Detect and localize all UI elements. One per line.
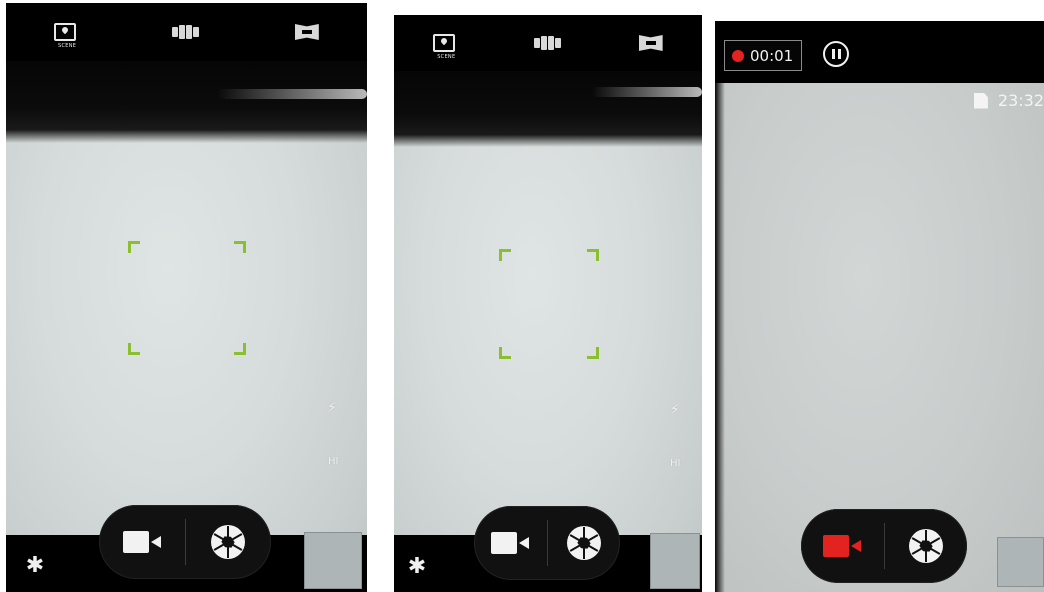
capture-switcher: [801, 509, 967, 583]
gallery-thumbnail[interactable]: [650, 533, 700, 589]
flash-icon[interactable]: ⚡: [327, 401, 337, 415]
shutter-icon: [908, 529, 943, 563]
hdr-icon[interactable]: HI: [328, 455, 338, 469]
recording-timer: 00:01: [724, 40, 803, 71]
video-mode-button[interactable]: [99, 505, 185, 579]
video-mode-button[interactable]: [474, 506, 547, 580]
hdr-icon[interactable]: HI: [670, 457, 680, 471]
mode-bar: SCENE: [6, 3, 367, 61]
gear-icon[interactable]: ✱: [24, 555, 46, 577]
video-camera-icon: [122, 531, 161, 553]
panorama-icon[interactable]: [638, 35, 663, 51]
status-overlay: 23:32: [973, 91, 1044, 110]
capture-switcher: [99, 505, 271, 579]
pause-icon[interactable]: [823, 41, 849, 67]
focus-bracket: [128, 241, 246, 355]
recording-bar: 00:01: [715, 21, 1044, 83]
viewfinder-dark-region: [6, 55, 367, 143]
scene-label: SCENE: [437, 54, 456, 60]
camera-screen-2: SCENE ⚡ HI ✱: [394, 15, 702, 592]
video-camera-icon: [491, 532, 530, 554]
scene-icon[interactable]: SCENE: [433, 34, 456, 60]
gear-icon[interactable]: ✱: [406, 556, 428, 578]
viewfinder-glare: [217, 89, 367, 99]
viewfinder-glare: [592, 87, 702, 97]
camera-screen-1: SCENE ⚡ HI ✱: [6, 3, 367, 592]
sd-card-icon: [973, 92, 988, 109]
record-indicator-icon: [732, 49, 744, 62]
shutter-icon: [566, 526, 601, 560]
scene-icon[interactable]: SCENE: [54, 23, 77, 49]
mode-bar: SCENE: [394, 15, 702, 71]
gallery-thumbnail[interactable]: [997, 537, 1044, 587]
camera-screen-recording: 00:01 23:32: [715, 21, 1044, 592]
panorama-icon[interactable]: [294, 24, 319, 40]
focus-bracket: [499, 249, 599, 359]
shutter-button[interactable]: [885, 509, 968, 583]
shutter-button[interactable]: [548, 506, 621, 580]
elapsed-time: 00:01: [750, 46, 794, 65]
viewfinder-edge: [715, 21, 725, 592]
clock-time: 23:32: [997, 91, 1044, 110]
gallery-thumbnail[interactable]: [304, 532, 362, 589]
multi-shot-icon[interactable]: [533, 36, 561, 50]
shutter-button[interactable]: [186, 505, 272, 579]
screenshot-stage: SCENE ⚡ HI ✱ SCENE ⚡ HI ✱ 00:01 23:32: [0, 0, 1044, 592]
shutter-icon: [211, 525, 246, 559]
multi-shot-icon[interactable]: [172, 25, 200, 39]
flash-icon[interactable]: ⚡: [670, 403, 680, 417]
video-camera-icon: [823, 535, 862, 557]
stop-recording-button[interactable]: [801, 509, 884, 583]
scene-label: SCENE: [58, 43, 77, 49]
capture-switcher: [474, 506, 620, 580]
viewfinder-dark-region: [394, 65, 702, 147]
